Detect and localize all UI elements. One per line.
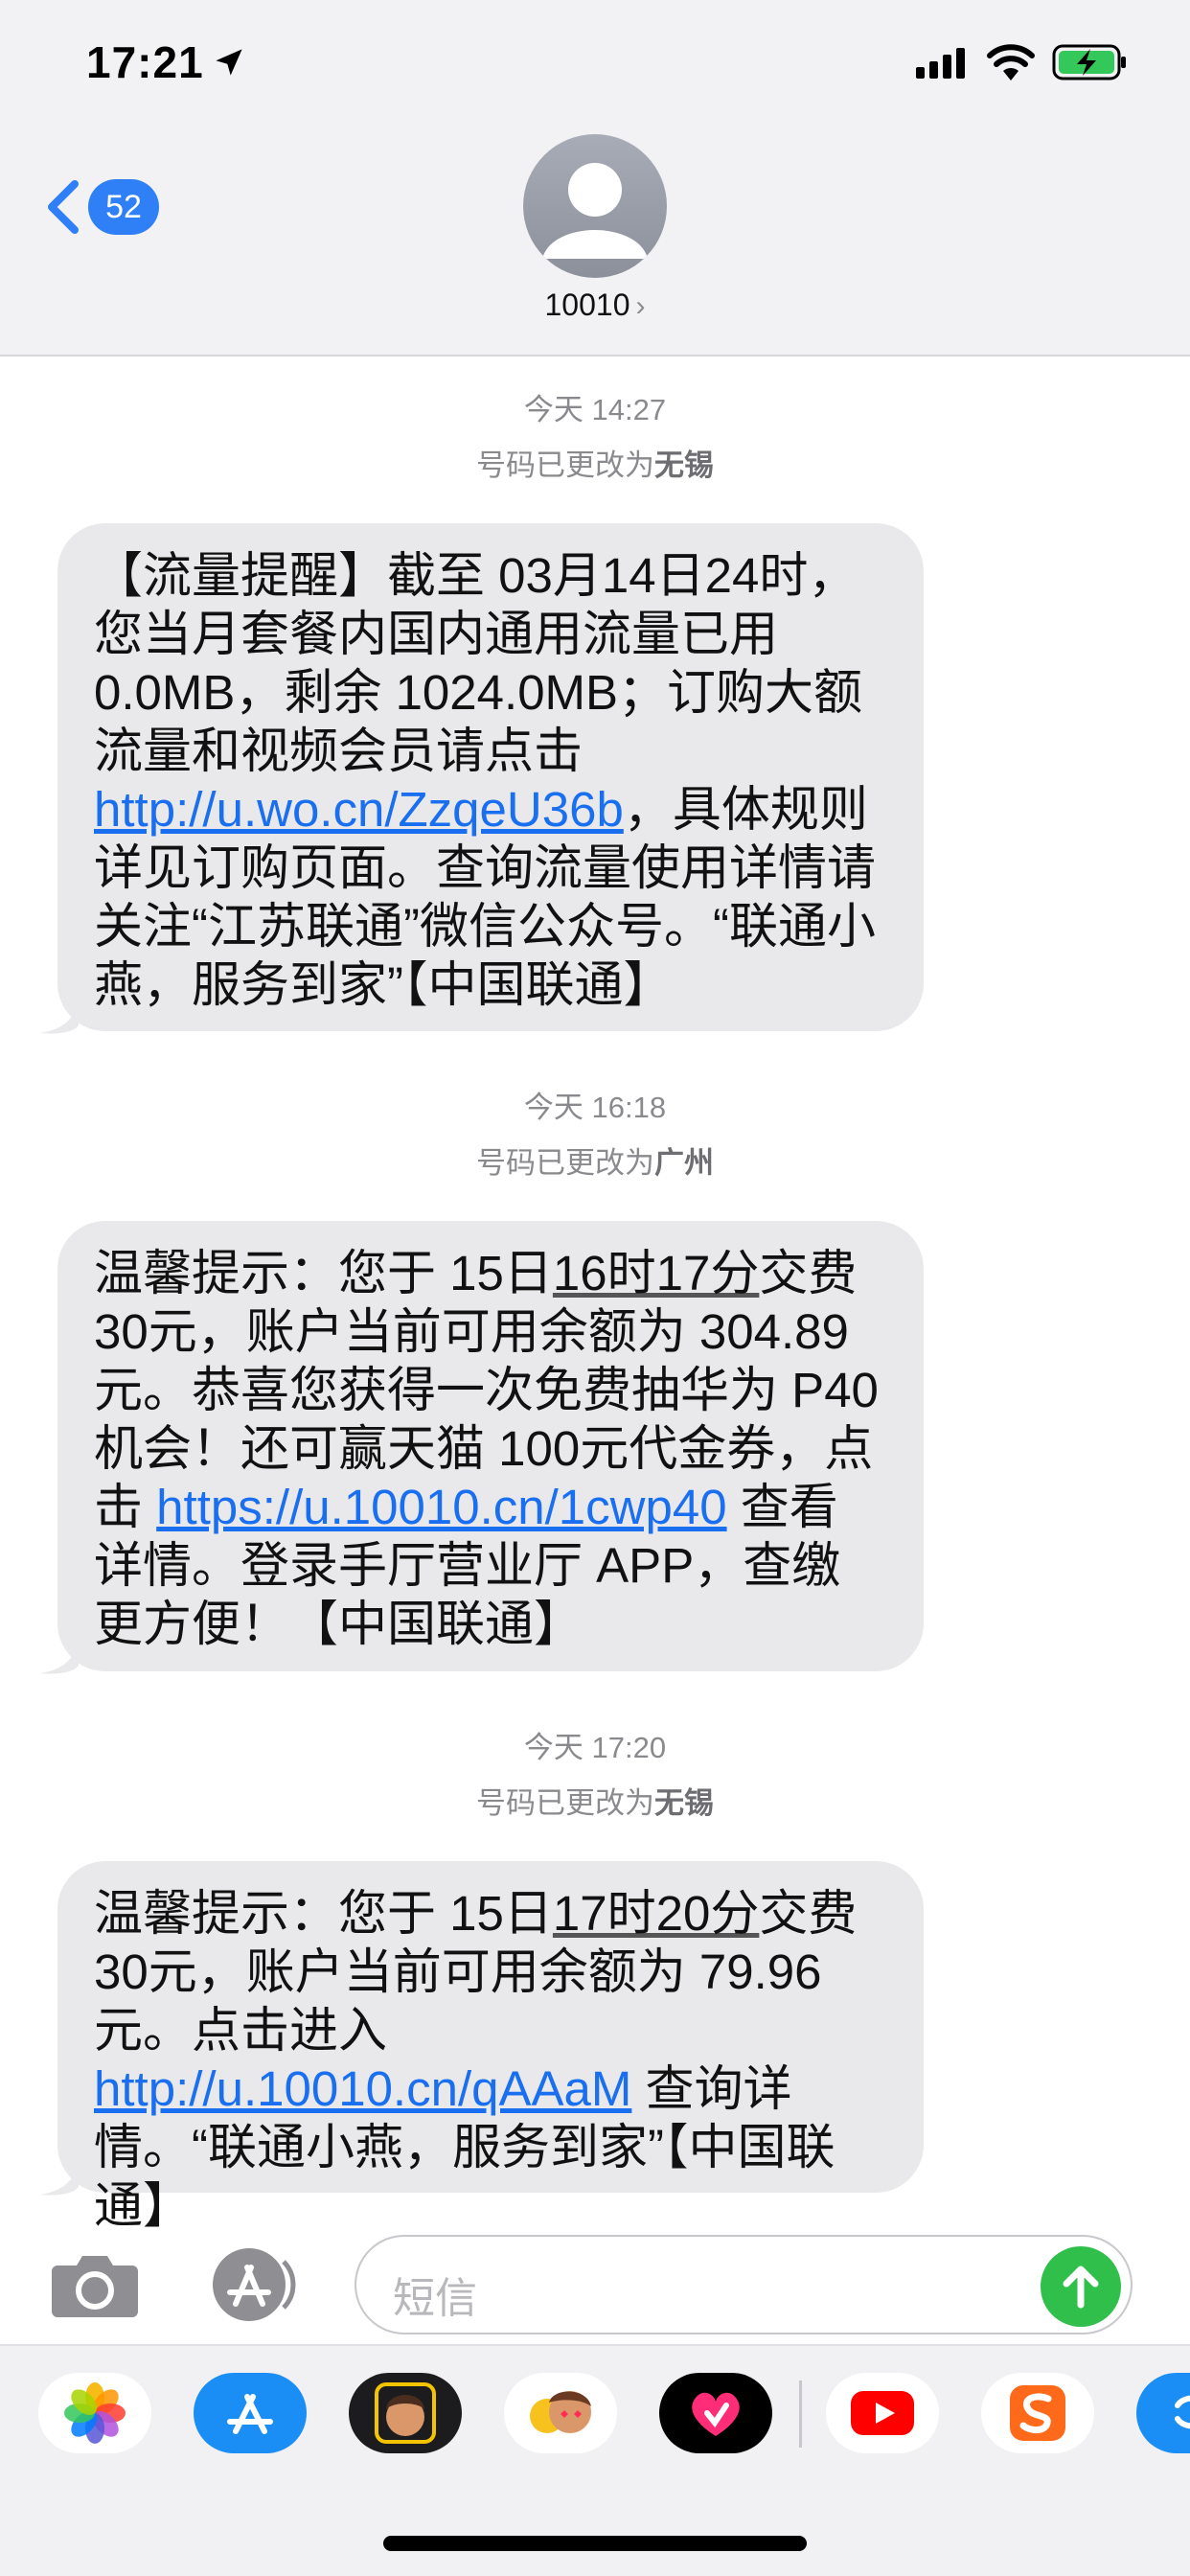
message-input[interactable]: 短信	[355, 2235, 1133, 2334]
chevron-left-icon	[48, 180, 79, 234]
cellular-signal-icon	[916, 48, 965, 79]
sogou-icon	[1010, 2385, 1065, 2441]
message-timestamp: 今天 17:20	[523, 1731, 667, 1764]
contact-avatar[interactable]	[523, 134, 667, 278]
back-button[interactable]: 52	[44, 178, 159, 236]
memoji-app-button[interactable]	[349, 2373, 462, 2453]
message-bubble[interactable]: 温馨提示：您于 15日16时17分交费 30元，账户当前可用余额为 304.89…	[57, 1221, 924, 1671]
number-change-notice: 号码已更改为无锡	[0, 1779, 1190, 1822]
unread-count-badge: 52	[88, 179, 159, 235]
contact-name[interactable]: 10010 ›	[0, 288, 1190, 323]
extra-app-icon	[1175, 2395, 1190, 2429]
message-link[interactable]: http://u.wo.cn/ZzqeU36b	[94, 782, 624, 837]
bubble-tail	[40, 2154, 79, 2196]
app-store-icon	[227, 2394, 273, 2434]
message-link[interactable]: https://u.10010.cn/1cwp40	[156, 1480, 726, 1534]
contact-number: 10010	[544, 288, 630, 322]
youtube-icon	[851, 2391, 914, 2435]
memoji-icon	[375, 2382, 436, 2444]
sogou-app-button[interactable]	[981, 2373, 1094, 2453]
digital-touch-icon	[692, 2392, 740, 2436]
message-text: 【流量提醒】截至 03月14日24时，您当月套餐内国内通用流量已用 0.0MB，…	[94, 548, 863, 778]
wifi-icon	[987, 44, 1035, 80]
home-indicator[interactable]	[383, 2536, 807, 2551]
camera-icon[interactable]	[50, 2252, 140, 2319]
photos-app-button[interactable]	[38, 2373, 151, 2453]
animoji-icon	[530, 2391, 591, 2433]
bubble-tail	[40, 1633, 79, 1674]
notice-prefix: 号码已更改为	[476, 1786, 654, 1820]
location-arrow-icon	[216, 49, 242, 76]
notice-place: 无锡	[654, 1786, 714, 1820]
message-timestamp: 今天 14:27	[523, 393, 667, 426]
notice-prefix: 号码已更改为	[476, 448, 654, 482]
bubble-tail	[40, 993, 79, 1034]
app-store-apps-icon[interactable]	[201, 2246, 307, 2323]
chevron-right-icon: ›	[635, 290, 646, 322]
extra-app-button[interactable]	[1136, 2373, 1190, 2453]
animoji-app-button[interactable]	[504, 2373, 617, 2453]
person-icon	[542, 163, 648, 259]
arrow-up-icon	[1063, 2266, 1099, 2309]
notice-place: 无锡	[654, 448, 714, 482]
battery-charging-icon	[1052, 44, 1126, 80]
message-link[interactable]: http://u.10010.cn/qAAaM	[94, 2061, 631, 2116]
message-composer: 短信	[0, 2223, 1190, 2338]
message-text: 温馨提示：您于 15日	[94, 1246, 553, 1300]
youtube-app-button[interactable]	[826, 2373, 939, 2453]
app-store-app-button[interactable]	[194, 2373, 307, 2453]
digital-touch-app-button[interactable]	[659, 2373, 772, 2453]
status-time: 17:21	[86, 37, 204, 87]
send-button[interactable]	[1041, 2246, 1121, 2327]
message-text: 温馨提示：您于 15日	[94, 1886, 553, 1941]
notice-prefix: 号码已更改为	[476, 1146, 654, 1180]
message-time-detected[interactable]: 16时17分	[553, 1246, 759, 1300]
message-bubble[interactable]: 【流量提醒】截至 03月14日24时，您当月套餐内国内通用流量已用 0.0MB，…	[57, 523, 924, 1031]
number-change-notice: 号码已更改为无锡	[0, 441, 1190, 484]
number-change-notice: 号码已更改为广州	[0, 1138, 1190, 1182]
conversation-header: 17:21 52 10010 ›	[0, 0, 1190, 356]
photos-icon	[64, 2382, 126, 2444]
message-input-placeholder: 短信	[393, 2275, 477, 2322]
message-time-detected[interactable]: 17时20分	[553, 1886, 759, 1941]
message-bubble[interactable]: 温馨提示：您于 15日17时20分交费 30元，账户当前可用余额为 79.96元…	[57, 1861, 924, 2233]
message-timestamp: 今天 16:18	[523, 1091, 667, 1124]
notice-place: 广州	[654, 1146, 714, 1180]
drawer-divider	[799, 2380, 802, 2448]
